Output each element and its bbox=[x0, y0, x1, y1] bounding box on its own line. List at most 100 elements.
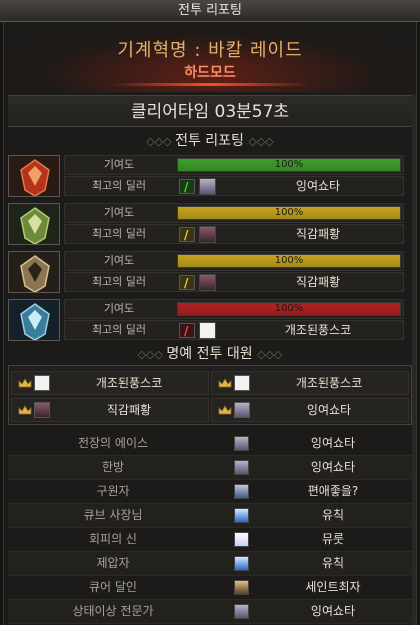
class-badge-icon: / bbox=[179, 275, 195, 290]
diamond-deco-icon: ◇◇◇ bbox=[146, 135, 176, 148]
honor-section-title: 명예 전투 대원 bbox=[166, 346, 253, 362]
winner-avatar bbox=[234, 604, 249, 619]
dealer-avatar bbox=[199, 274, 216, 291]
award-label: 전장의 에이스 bbox=[77, 436, 149, 450]
contribution-label: 기여도 bbox=[103, 158, 135, 171]
honor-members-box: 개조된풍스코 개조된풍스코 직감패황 잉여쇼타 bbox=[8, 365, 412, 425]
winner-avatar bbox=[234, 436, 249, 451]
crown-icon bbox=[18, 378, 32, 388]
winner-avatar bbox=[234, 580, 249, 595]
winner-avatar bbox=[234, 508, 249, 523]
honor-member[interactable]: 개조된풍스코 bbox=[211, 371, 409, 395]
contribution-line: 기여도 100% bbox=[64, 251, 404, 271]
boss-report-row: 기여도 100% 최고의 딜러 / 직감패황 bbox=[8, 251, 404, 293]
member-name: 개조된풍스코 bbox=[295, 376, 363, 390]
contribution-line: 기여도 100% bbox=[64, 155, 404, 175]
award-label: 제압자 bbox=[96, 556, 130, 570]
contribution-bar: 100% bbox=[177, 158, 401, 172]
honor-member[interactable]: 개조된풍스코 bbox=[11, 371, 209, 395]
award-row[interactable]: 한방 잉여쇼타 bbox=[8, 456, 412, 480]
window-title: 전투 리포팅 bbox=[178, 3, 242, 18]
raid-name: 기계혁명 : 바칼 레이드 bbox=[117, 40, 303, 61]
winner-name: 잉여쇼타 bbox=[310, 460, 356, 474]
member-name: 직감패황 bbox=[106, 403, 152, 417]
contribution-percent: 100% bbox=[274, 159, 304, 170]
boss-report-row: 기여도 100% 최고의 딜러 / 직감패황 bbox=[8, 203, 404, 245]
winner-name: 잉여쇼타 bbox=[310, 436, 356, 450]
boss-report-row: 기여도 100% 최고의 딜러 / 잉여쇼타 bbox=[8, 155, 404, 197]
contribution-percent: 100% bbox=[274, 207, 304, 218]
contribution-percent: 100% bbox=[274, 255, 304, 266]
dealer-line: 최고의 딜러 / 직감패황 bbox=[64, 224, 404, 244]
winner-name: 유칙 bbox=[321, 556, 345, 570]
member-avatar bbox=[34, 402, 50, 418]
crown-icon bbox=[218, 378, 232, 388]
award-label: 큐어 달인 bbox=[89, 580, 137, 594]
dealer-label: 최고의 딜러 bbox=[91, 179, 147, 192]
contribution-label: 기여도 bbox=[103, 254, 135, 267]
winner-name: 유칙 bbox=[321, 508, 345, 522]
raid-mode-glow bbox=[110, 83, 310, 86]
honor-member[interactable]: 잉여쇼타 bbox=[211, 398, 409, 422]
member-avatar bbox=[34, 375, 50, 391]
scrollbar[interactable] bbox=[412, 94, 416, 625]
award-row[interactable]: 상태이상 전문가 잉여쇼타 bbox=[8, 600, 412, 624]
diamond-deco-icon: ◇◇◇ bbox=[257, 348, 283, 361]
raid-banner: 기계혁명 : 바칼 레이드 하드모드 bbox=[8, 26, 412, 92]
report-section-header: ◇◇◇ 전투 리포팅 ◇◇◇ bbox=[8, 130, 412, 152]
dealer-label: 최고의 딜러 bbox=[91, 275, 147, 288]
member-avatar bbox=[234, 375, 250, 391]
dealer-avatar bbox=[199, 178, 216, 195]
contribution-label: 기여도 bbox=[103, 206, 135, 219]
dealer-avatar bbox=[199, 226, 216, 243]
crown-icon bbox=[18, 405, 32, 415]
award-row[interactable]: 회피의 신 뮤룻 bbox=[8, 528, 412, 552]
winner-name: 뮤룻 bbox=[321, 532, 345, 546]
contribution-label: 기여도 bbox=[103, 302, 135, 315]
member-avatar bbox=[234, 402, 250, 418]
dealer-label: 최고의 딜러 bbox=[91, 323, 147, 336]
raid-mode: 하드모드 bbox=[184, 65, 236, 81]
award-label: 한방 bbox=[101, 460, 125, 474]
contribution-percent: 100% bbox=[274, 303, 304, 314]
boss-portrait-icon bbox=[8, 155, 60, 197]
award-label: 회피의 신 bbox=[89, 532, 137, 546]
award-row[interactable]: 구원자 편애좋을? bbox=[8, 480, 412, 504]
award-row[interactable]: 큐브 사장님 유칙 bbox=[8, 504, 412, 528]
boss-portrait-icon bbox=[8, 203, 60, 245]
award-row[interactable]: 전장의 에이스 잉여쇼타 bbox=[8, 432, 412, 456]
boss-portrait-icon bbox=[8, 251, 60, 293]
diamond-deco-icon: ◇◇◇ bbox=[137, 348, 167, 361]
award-title-list: 전장의 에이스 잉여쇼타 한방 잉여쇼타 구원자 편애좋을? 큐브 사장님 유칙… bbox=[8, 432, 412, 625]
boss-portrait-icon bbox=[8, 299, 60, 341]
dealer-name[interactable]: 직감패황 bbox=[235, 273, 401, 291]
diamond-deco-icon: ◇◇◇ bbox=[248, 135, 274, 148]
contribution-line: 기여도 100% bbox=[64, 203, 404, 223]
contribution-bar: 100% bbox=[177, 206, 401, 220]
dealer-line: 최고의 딜러 / 잉여쇼타 bbox=[64, 176, 404, 196]
dealer-label: 최고의 딜러 bbox=[91, 227, 147, 240]
honor-member[interactable]: 직감패황 bbox=[11, 398, 209, 422]
dealer-name[interactable]: 잉여쇼타 bbox=[235, 177, 401, 195]
clear-time: 클리어타임 03분57초 bbox=[8, 95, 412, 127]
contribution-bar: 100% bbox=[177, 254, 401, 268]
winner-avatar bbox=[234, 556, 249, 571]
dealer-name[interactable]: 직감패황 bbox=[235, 225, 401, 243]
report-section-title: 전투 리포팅 bbox=[175, 133, 244, 149]
dealer-name[interactable]: 개조된풍스코 bbox=[235, 321, 401, 339]
contribution-bar: 100% bbox=[177, 302, 401, 316]
winner-avatar bbox=[234, 484, 249, 499]
window-title-bar[interactable]: 전투 리포팅 bbox=[0, 0, 420, 22]
award-label: 상태이상 전문가 bbox=[72, 604, 154, 618]
contribution-line: 기여도 100% bbox=[64, 299, 404, 319]
winner-name: 세인트최자 bbox=[305, 580, 361, 594]
award-label: 큐브 사장님 bbox=[83, 508, 143, 522]
winner-avatar bbox=[234, 460, 249, 475]
crown-icon bbox=[218, 405, 232, 415]
member-name: 잉여쇼타 bbox=[306, 403, 352, 417]
member-name: 개조된풍스코 bbox=[95, 376, 163, 390]
award-row[interactable]: 제압자 유칙 bbox=[8, 552, 412, 576]
dealer-avatar bbox=[199, 322, 216, 339]
class-badge-icon: / bbox=[179, 323, 195, 338]
award-row[interactable]: 큐어 달인 세인트최자 bbox=[8, 576, 412, 600]
